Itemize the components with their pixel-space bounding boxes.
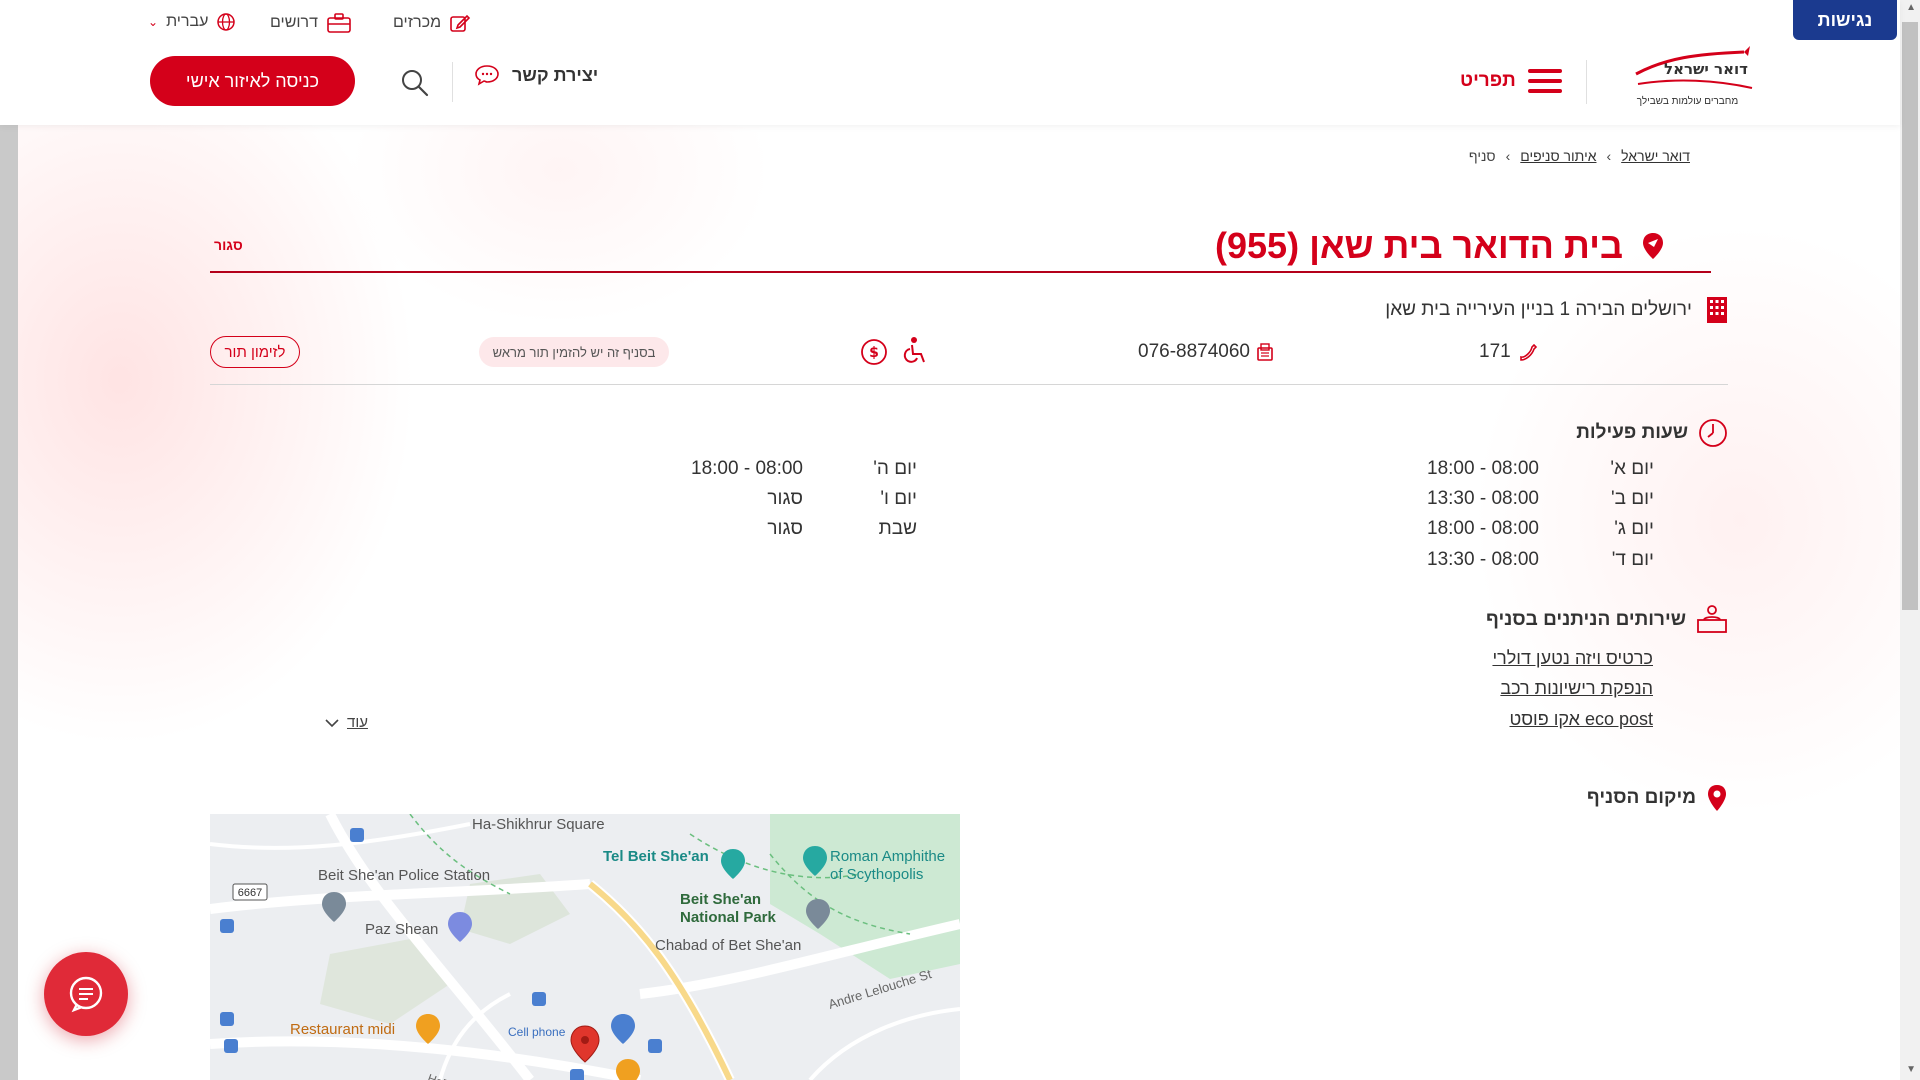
chat-support-button[interactable] [44,952,128,1036]
hours-day: יום ו' [880,488,917,509]
book-appointment-button[interactable]: לזימון תור [210,336,300,368]
hours-day: יום ד' [1611,549,1654,570]
map-pin-icon [1708,785,1726,811]
branch-title-text: בית הדואר בית שאן (955) [1215,225,1623,266]
more-label: עוד [347,714,368,731]
hamburger-icon [1527,63,1562,99]
search-icon[interactable] [398,66,430,98]
branch-map[interactable]: Ha-Shikhrur Square Beit She'an Police St… [210,814,960,1080]
edit-icon [450,14,471,32]
personal-area-login-button[interactable]: כניסה לאיזור אישי [150,56,355,106]
info-divider [210,384,1728,385]
tenders-label: מכרזים [393,14,442,31]
menu-label: תפריט [1460,70,1516,91]
jobs-link[interactable]: דרושים [270,12,352,34]
branch-status-badge: סגור [214,237,243,253]
chevron-down-icon: ⌄ [148,15,159,29]
breadcrumb-current: סניף [1468,148,1496,164]
hours-day: יום א' [1610,458,1654,479]
hours-time: 08:00 - 18:00 [1427,518,1539,539]
jobs-label: דרושים [270,14,318,31]
chat-icon [69,976,103,1013]
map-label: Tel Beit She'an [603,848,709,865]
hours-time: 08:00 - 18:00 [691,458,803,479]
building-icon [1707,297,1727,323]
header-divider-2 [452,62,453,102]
map-label: Roman Amphithe [830,848,945,865]
service-link[interactable]: כרטיס ויזה נטען דולרי [1492,648,1653,669]
map-road-shield: 6667 [238,887,262,899]
menu-button[interactable]: תפריט [1460,62,1562,100]
map-label: Restaurant midi [290,1021,395,1038]
breadcrumb-separator-icon: › [1606,148,1612,164]
hours-day: יום ג' [1614,518,1654,539]
hours-section-title: שעות פעילות [1576,418,1728,448]
map-label: Cell phone [508,1025,566,1039]
branch-phone[interactable]: 171 [1479,341,1537,363]
briefcase-icon [327,13,351,33]
map-label: Beit She'an Police Station [318,867,490,884]
map-label: National Park [680,909,777,926]
logo-tagline: מחברים עולמות בשבילך [1636,96,1739,107]
logo-wordmark: דואר ישראל [1664,60,1748,78]
scroll-up-icon[interactable]: ▲ [1906,2,1916,13]
branch-pin-icon [1643,233,1663,259]
map-label: Paz Shean [365,921,438,938]
page-scrollbar[interactable]: ▲ ▼ [1900,0,1920,1080]
service-link[interactable]: eco post אקו פוסט [1510,709,1654,730]
map-label: of Scythopolis [830,866,923,883]
map-label: Chabad of Bet She'an [655,937,801,954]
contact-link[interactable]: יצירת קשר [474,63,598,87]
branch-fax: 076-8874060 [1138,341,1274,363]
breadcrumb: דואר ישראל › איתור סניפים › סניף [1400,148,1690,164]
scrollbar-thumb[interactable] [1902,22,1918,610]
services-title: שירותים הניתנים בסניף [1486,609,1686,630]
language-label: עברית [166,13,209,30]
svg-text:$: $ [869,345,879,361]
branch-title: בית הדואר בית שאן (955) [1215,225,1667,267]
more-toggle[interactable]: עוד [325,714,368,731]
hours-time: 08:00 - 13:30 [1427,488,1539,509]
hours-day: יום ב' [1610,488,1654,509]
phone-icon [1519,343,1537,361]
phone-number: 171 [1479,341,1511,362]
map-label: Ha-Shikhrur Square [472,816,605,833]
left-edge-strip [0,125,18,1080]
hours-day: שבת [878,518,917,539]
currency-exchange-icon: $ [861,339,887,365]
address-text: ירושלים הבירה 1 בניין העירייה בית שאן [1385,299,1692,320]
appointment-required-note: בסניף זה יש להזמין תור מראש [479,337,669,367]
scroll-down-icon[interactable]: ▼ [1906,1064,1916,1075]
globe-icon [217,13,236,31]
service-counter-icon [1697,605,1727,633]
location-title: מיקום הסניף [1586,787,1696,808]
breadcrumb-home[interactable]: דואר ישראל [1621,148,1690,164]
site-header: נגישות דואר ישראל מחברים עולמות בשבילך ת… [0,0,1900,125]
hours-title: שעות פעילות [1576,422,1688,443]
header-divider [1586,60,1587,104]
chevron-down-icon [325,718,339,727]
hours-day: יום ה' [873,458,917,479]
location-section-title: מיקום הסניף [1587,783,1728,813]
contact-label: יצירת קשר [512,64,599,85]
fax-icon [1257,343,1273,361]
language-selector[interactable]: ⌄ עברית [148,12,236,32]
title-divider [210,271,1711,273]
accessibility-button[interactable]: נגישות [1793,0,1897,40]
services-section-title: שירותים הניתנים בסניף [1486,604,1728,636]
hours-time: סגור [767,488,803,509]
hours-time: סגור [767,518,803,539]
breadcrumb-separator-icon: › [1505,148,1511,164]
hours-time: 08:00 - 18:00 [1427,458,1539,479]
service-link[interactable]: הנפקת רישיונות רכב [1500,678,1653,699]
clock-icon [1699,419,1727,447]
hours-time: 08:00 - 13:30 [1427,549,1539,570]
branch-address: ירושלים הבירה 1 בניין העירייה בית שאן [1385,296,1728,324]
wheelchair-accessible-icon [903,337,925,363]
breadcrumb-locator[interactable]: איתור סניפים [1520,148,1596,164]
chat-bubble-icon [475,65,499,86]
tenders-link[interactable]: מכרזים [393,12,471,34]
map-label: Beit She'an [680,891,761,908]
fax-number: 076-8874060 [1138,341,1250,362]
